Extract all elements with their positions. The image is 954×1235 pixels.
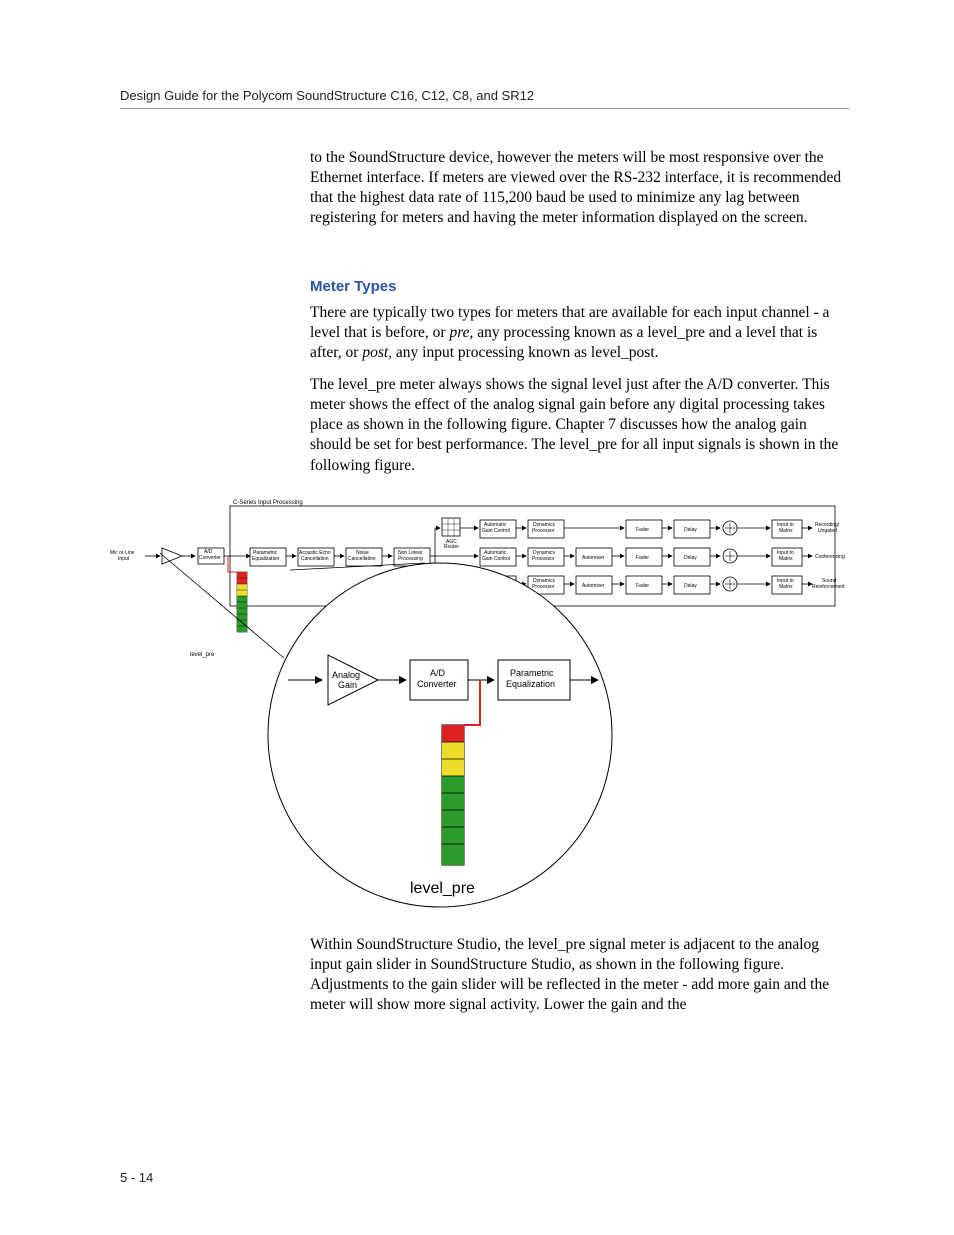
svg-text:DynamicsProcessor: DynamicsProcessor (532, 522, 555, 534)
parametric-eq-label: ParametricEqualization (252, 550, 279, 562)
parametric-eq-big-label: ParametricEqualization (506, 668, 555, 689)
page-number: 5 - 14 (120, 1170, 153, 1185)
svg-text:Non LinearProcessing: Non LinearProcessing (398, 550, 423, 562)
svg-text:DynamicsProcessor: DynamicsProcessor (532, 578, 555, 590)
svg-text:Acoustic EchoCancellation: Acoustic EchoCancellation (299, 550, 331, 562)
input-label: Mic or LineInput (110, 550, 135, 562)
svg-text:Delay: Delay (684, 555, 697, 561)
paragraph-meter-types: There are typically two types for meters… (310, 303, 849, 363)
analog-gain-triangle-big (328, 655, 378, 705)
svg-text:AutomaticGain Control: AutomaticGain Control (482, 550, 510, 562)
ad-converter-big-label: A/DConverter (417, 668, 457, 689)
svg-text:FeedbackCancellation: FeedbackCancellation (444, 578, 472, 590)
svg-text:AutomaticGain Control: AutomaticGain Control (482, 578, 510, 590)
svg-text:Automixer: Automixer (582, 555, 605, 561)
level-pre-big-label: level_pre (410, 880, 475, 897)
analog-gain-big-label: AnalogGain (332, 670, 360, 690)
svg-text:Fader: Fader (636, 555, 649, 561)
svg-text:Fader: Fader (636, 583, 649, 589)
svg-text:AutomaticGain Control: AutomaticGain Control (482, 522, 510, 534)
svg-text:Input toMatrix: Input toMatrix (777, 578, 794, 590)
text-em-pre: pre, (449, 324, 473, 341)
heading-meter-types: Meter Types (310, 278, 396, 295)
svg-text:Input toMatrix: Input toMatrix (777, 550, 794, 562)
svg-text:Automixer: Automixer (582, 583, 605, 589)
level-pre-meter-small (237, 572, 247, 632)
paragraph-level-pre: The level_pre meter always shows the sig… (310, 375, 849, 476)
output-recording: Recording/Ungated (815, 522, 840, 534)
paragraph-intro: to the SoundStructure device, however th… (310, 148, 849, 229)
svg-text:DynamicsProcessor: DynamicsProcessor (532, 550, 555, 562)
svg-text:Delay: Delay (684, 583, 697, 589)
svg-text:Fader: Fader (636, 527, 649, 533)
analog-gain-triangle (162, 548, 182, 564)
header-rule (120, 108, 849, 109)
svg-text:Delay: Delay (684, 527, 697, 533)
svg-text:AGCRouter: AGCRouter (444, 539, 459, 550)
paragraph-studio: Within SoundStructure Studio, the level_… (310, 935, 849, 1016)
frame-label: C-Series Input Processing (233, 500, 303, 506)
svg-text:Input toMatrix: Input toMatrix (777, 522, 794, 534)
magnifier-circle (268, 563, 612, 907)
ad-converter-label: A/DConverter (199, 549, 221, 561)
svg-text:NoiseCancellation: NoiseCancellation (348, 550, 376, 562)
output-sound-reinforcement: SoundReinforcement (812, 578, 845, 590)
level-pre-meter-big (442, 725, 464, 865)
text: any input processing known as level_post… (392, 344, 658, 361)
text-em-post: post, (362, 344, 392, 361)
running-head: Design Guide for the Polycom SoundStruct… (120, 88, 534, 103)
output-conferencing: Conferencing (815, 554, 845, 560)
level-pre-small-label: level_pre (190, 652, 215, 658)
